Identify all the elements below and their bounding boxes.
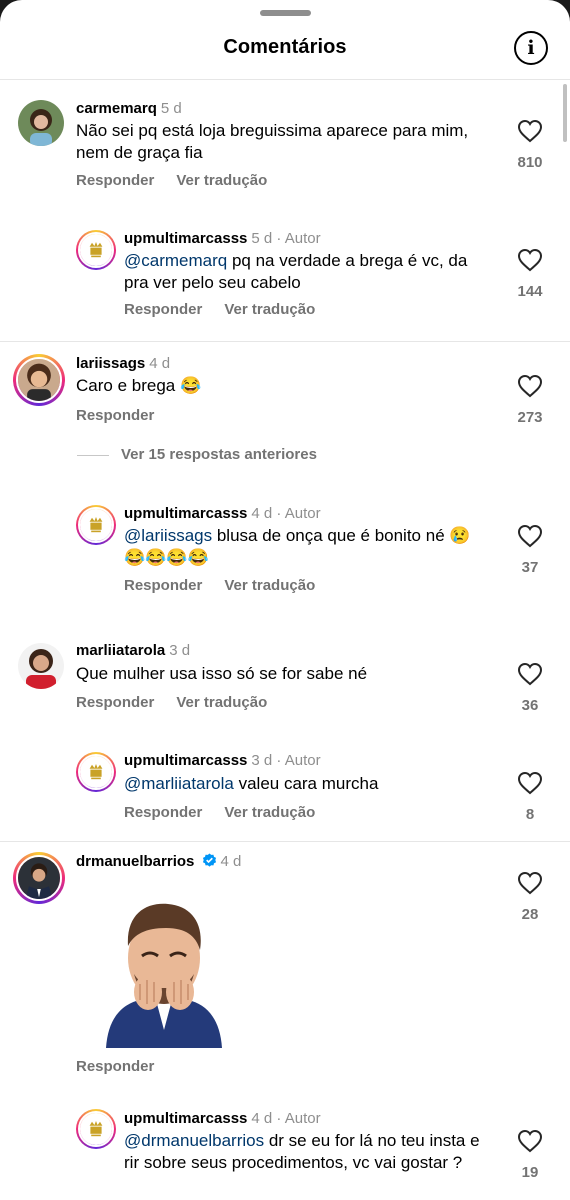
reply-button[interactable]: Responder (76, 172, 154, 189)
avatar-photo (18, 100, 64, 146)
comment-timestamp: 5 d · Autor (251, 230, 321, 247)
avatar[interactable] (76, 230, 116, 270)
translate-button[interactable]: Ver tradução (224, 577, 315, 594)
like-control[interactable]: 273 (510, 374, 550, 426)
comment-text: Caro e brega 😂 (76, 376, 202, 395)
comment-username[interactable]: lariissags 4 d (76, 355, 170, 372)
verified-badge-icon (202, 853, 216, 867)
comment-text: Não sei pq está loja breguissima aparece… (76, 121, 469, 162)
drag-handle[interactable] (260, 10, 311, 16)
comment-timestamp: 4 d (149, 355, 171, 372)
replies-line (77, 454, 109, 456)
reply-button[interactable]: Responder (76, 694, 154, 711)
like-count: 8 (525, 806, 535, 823)
like-count: 37 (521, 559, 539, 576)
comment-text: @lariissags blusa de onça que é bonito n… (124, 526, 471, 567)
mention-link[interactable]: @carmemarq (124, 251, 227, 270)
heart-icon[interactable] (517, 662, 543, 686)
avatar[interactable] (18, 643, 64, 689)
comment-timestamp: 4 d · Autor (251, 505, 321, 522)
like-control[interactable]: 144 (510, 248, 550, 300)
comment-timestamp: 4 d (220, 853, 242, 870)
comment-username[interactable]: marliiatarola 3 d (76, 642, 190, 659)
reply-button[interactable]: Responder (76, 1058, 154, 1075)
heart-icon[interactable] (517, 119, 543, 143)
heart-icon[interactable] (517, 1129, 543, 1153)
like-control[interactable]: 810 (510, 119, 550, 171)
thread-divider (0, 841, 570, 842)
comment-actions: Responder Ver tradução (76, 694, 289, 711)
mention-link[interactable]: @marliiatarola (124, 774, 234, 793)
comment-actions: Responder (76, 407, 176, 424)
comment-username[interactable]: upmultimarcasss 4 d · Autor (124, 1110, 321, 1127)
avatar-photo (18, 643, 64, 689)
comment-timestamp: 3 d · Autor (251, 752, 321, 769)
comment-text: Que mulher usa isso só se for sabe né (76, 664, 368, 683)
heart-icon[interactable] (517, 374, 543, 398)
view-more-replies-button[interactable]: Ver 15 respostas anteriores (77, 446, 317, 463)
comment-username[interactable]: upmultimarcasss 5 d · Autor (124, 230, 321, 247)
page-title: Comentários (223, 36, 347, 58)
comment-actions: Responder Ver tradução (76, 172, 289, 189)
comment-username[interactable]: carmemarq 5 d (76, 100, 182, 117)
comment-timestamp: 3 d (169, 642, 191, 659)
comment-actions: Responder (76, 1058, 176, 1075)
comment-text: @marliiatarola valeu cara murcha (124, 774, 379, 793)
avatar[interactable] (76, 1109, 116, 1149)
like-control[interactable]: 19 (510, 1129, 550, 1181)
store-logo-icon (78, 507, 114, 543)
reply-button[interactable]: Responder (124, 577, 202, 594)
like-count: 273 (517, 409, 543, 426)
comment-timestamp: 4 d · Autor (251, 1110, 321, 1127)
reply-button[interactable]: Responder (124, 301, 202, 318)
comment-text: @drmanuelbarrios dr se eu for lá no teu … (124, 1131, 480, 1172)
like-count: 36 (521, 697, 539, 714)
info-icon[interactable]: i (514, 31, 548, 65)
like-count: 28 (521, 906, 539, 923)
info-glyph: i (527, 37, 535, 59)
avatar[interactable] (76, 505, 116, 545)
comment-actions: Responder Ver tradução (124, 577, 337, 594)
translate-button[interactable]: Ver tradução (224, 301, 315, 318)
like-count: 810 (517, 154, 543, 171)
like-count: 19 (521, 1164, 539, 1181)
like-control[interactable]: 8 (510, 771, 550, 823)
store-logo-icon (78, 232, 114, 268)
reply-button[interactable]: Responder (124, 804, 202, 821)
avatar[interactable] (18, 100, 64, 146)
comment-actions: Responder Ver tradução (124, 804, 337, 821)
translate-button[interactable]: Ver tradução (176, 172, 267, 189)
like-control[interactable]: 37 (510, 524, 550, 576)
comment-text: @carmemarq pq na verdade a brega é vc, d… (124, 251, 468, 292)
translate-button[interactable]: Ver tradução (176, 694, 267, 711)
comments-sheet: Comentários i carmemarq 5 d Não sei pq es… (0, 0, 570, 1200)
comment-username[interactable]: upmultimarcasss 3 d · Autor (124, 752, 321, 769)
like-count: 144 (517, 283, 543, 300)
avatar[interactable] (76, 752, 116, 792)
thread-divider (0, 341, 570, 342)
comment-username[interactable]: drmanuelbarrios 4 d (76, 853, 241, 870)
heart-icon[interactable] (517, 524, 543, 548)
mention-link[interactable]: @lariissags (124, 526, 212, 545)
avatar-photo (16, 357, 62, 403)
store-logo-icon (78, 754, 114, 790)
scrollbar[interactable] (563, 84, 567, 142)
mention-link[interactable]: @drmanuelbarrios (124, 1131, 264, 1150)
avatar-photo (16, 855, 62, 901)
reply-button[interactable]: Responder (76, 407, 154, 424)
translate-button[interactable]: Ver tradução (224, 804, 315, 821)
like-control[interactable]: 28 (510, 871, 550, 923)
like-control[interactable]: 36 (510, 662, 550, 714)
avatar[interactable] (13, 852, 65, 904)
comment-username[interactable]: upmultimarcasss 4 d · Autor (124, 505, 321, 522)
avatar[interactable] (13, 354, 65, 406)
laughing-memoji-sticker (106, 903, 222, 1048)
comment-actions: Responder Ver tradução (124, 301, 337, 318)
heart-icon[interactable] (517, 771, 543, 795)
comment-timestamp: 5 d (160, 100, 182, 117)
store-logo-icon (78, 1111, 114, 1147)
heart-icon[interactable] (517, 871, 543, 895)
header-divider (0, 79, 570, 80)
heart-icon[interactable] (517, 248, 543, 272)
